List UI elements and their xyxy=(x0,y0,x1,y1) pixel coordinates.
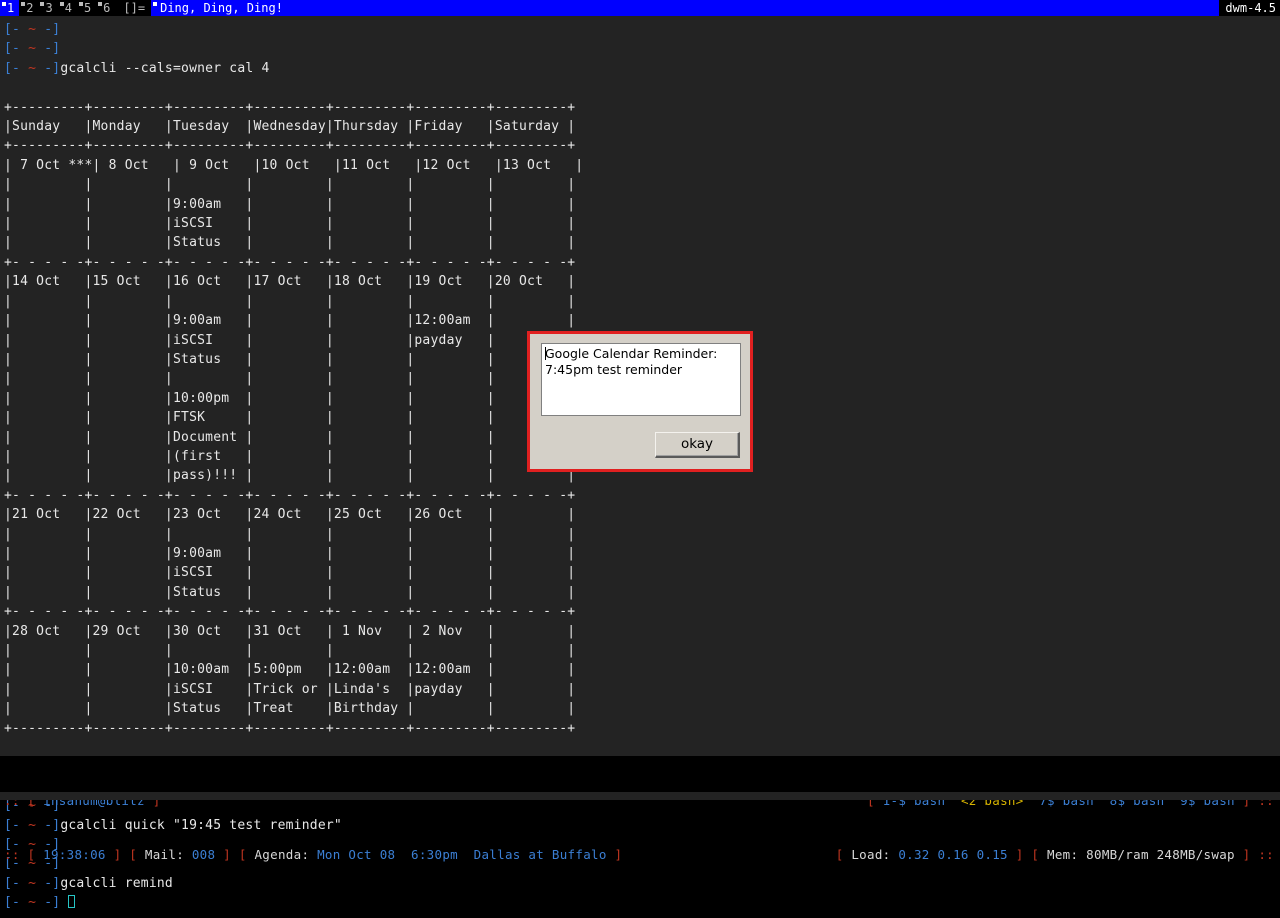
agenda-event: Dallas at Buffalo xyxy=(474,847,607,862)
cal-week-row: | | | | | | | | xyxy=(4,292,1280,311)
cal-week-row: |14 Oct |15 Oct |16 Oct |17 Oct |18 Oct … xyxy=(4,272,1280,291)
command-text-1: gcalcli --cals=owner cal 4 xyxy=(60,61,269,76)
tag-4[interactable]: 4 xyxy=(58,0,77,16)
tag-label: 1 xyxy=(7,1,14,15)
tag-3[interactable]: 3 xyxy=(38,0,57,16)
tag-6[interactable]: 6 xyxy=(96,0,115,16)
cal-week-row: | | |iSCSI | | | | | xyxy=(4,563,1280,582)
cal-border-bottom: +---------+---------+---------+---------… xyxy=(4,719,1280,738)
dwm-version-status: dwm-4.5 xyxy=(1219,0,1280,16)
tag-occupied-square-icon xyxy=(21,2,25,6)
cal-week-row: | | |Status |Treat |Birthday | | | xyxy=(4,699,1280,718)
tag-2[interactable]: 2 xyxy=(19,0,38,16)
status-row-2-right: [ Load: 0.32 0.16 0.15 ] [ Mem: 80MB/ram… xyxy=(836,846,1274,864)
cal-week-row: | | | | | | | | xyxy=(4,175,1280,194)
agenda-date: Mon Oct 08 xyxy=(317,847,395,862)
tag-label: 2 xyxy=(26,1,33,15)
command-text-3: gcalcli remind xyxy=(60,876,173,891)
cal-week-row: | | | | | | | | xyxy=(4,641,1280,660)
cal-border-top: +---------+---------+---------+---------… xyxy=(4,98,1280,117)
window-float-square-icon xyxy=(153,2,157,6)
tag-5[interactable]: 5 xyxy=(77,0,96,16)
terminal-cursor xyxy=(68,895,75,908)
mail-label: Mail: xyxy=(145,847,184,862)
cal-week-row: |21 Oct |22 Oct |23 Oct |24 Oct |25 Oct … xyxy=(4,505,1280,524)
reminder-line-1: Google Calendar Reminder: xyxy=(545,346,717,361)
cal-week-row: | | |9:00am | | | | | xyxy=(4,195,1280,214)
mem-label: Mem: xyxy=(1047,847,1078,862)
tag-1[interactable]: 1 xyxy=(0,0,19,16)
agenda-label: Agenda: xyxy=(254,847,309,862)
window-title: Ding, Ding, Ding! xyxy=(151,0,1219,16)
mem-values: 80MB/ram 248MB/swap xyxy=(1086,847,1235,862)
cal-week-row: | | | | | | | | xyxy=(4,525,1280,544)
tag-occupied-square-icon xyxy=(79,2,83,6)
cal-week-row: |28 Oct |29 Oct |30 Oct |31 Oct | 1 Nov … xyxy=(4,622,1280,641)
cal-border-dashed: +- - - - -+- - - - -+- - - - -+- - - - -… xyxy=(4,602,1280,621)
cal-border-header: +---------+---------+---------+---------… xyxy=(4,136,1280,155)
layout-symbol[interactable]: []= xyxy=(115,0,151,16)
status-row-2: :: [ 19:38:06 ] [ Mail: 008 ] [ Agenda: … xyxy=(0,846,1280,864)
terminal-active-prompt: [- ~ -] xyxy=(4,893,1280,912)
terminal-line-prompt: [- ~ -] xyxy=(4,20,1280,39)
tag-occupied-square-icon xyxy=(98,2,102,6)
bottom-status-bar: :: [ insanum@blitz ] [ 1-$ bash <2 bash>… xyxy=(0,756,1280,792)
cal-border-dashed: +- - - - -+- - - - -+- - - - -+- - - - -… xyxy=(4,486,1280,505)
cal-border-dashed: +- - - - -+- - - - -+- - - - -+- - - - -… xyxy=(4,253,1280,272)
cal-week-row: | | |10:00am |5:00pm |12:00am |12:00am |… xyxy=(4,660,1280,679)
mail-count: 008 xyxy=(192,847,215,862)
tag-label: 4 xyxy=(65,1,72,15)
load-values: 0.32 0.16 0.15 xyxy=(898,847,1008,862)
tag-occupied-square-icon xyxy=(60,2,64,6)
tag-label: 6 xyxy=(103,1,110,15)
command-text-2: gcalcli quick "19:45 test reminder" xyxy=(60,818,342,833)
terminal-command-line-3: [- ~ -]gcalcli remind xyxy=(4,874,1280,893)
cal-week-row: | | |9:00am | | | | | xyxy=(4,544,1280,563)
cal-week-row: | | |Status | | | | | xyxy=(4,233,1280,252)
tag-label: 5 xyxy=(84,1,91,15)
tag-occupied-square-icon xyxy=(40,2,44,6)
google-calendar-reminder-dialog[interactable]: Google Calendar Reminder: 7:45pm test re… xyxy=(527,331,753,472)
okay-button[interactable]: okay xyxy=(655,432,740,458)
cal-week-row: | | |iSCSI |Trick or |Linda's |payday | … xyxy=(4,680,1280,699)
cal-header-row: |Sunday |Monday |Tuesday |Wednesday|Thur… xyxy=(4,117,1280,136)
terminal-command-line-2: [- ~ -]gcalcli quick "19:45 test reminde… xyxy=(4,816,1280,835)
cal-week-row: | | |9:00am | | |12:00am | | xyxy=(4,311,1280,330)
reminder-message-textarea[interactable]: Google Calendar Reminder: 7:45pm test re… xyxy=(541,343,741,416)
status-row-2-left: :: [ 19:38:06 ] [ Mail: 008 ] [ Agenda: … xyxy=(4,846,622,864)
reminder-line-2: 7:45pm test reminder xyxy=(545,362,682,377)
terminal-command-line-1: [- ~ -]gcalcli --cals=owner cal 4 xyxy=(4,59,1280,78)
window-title-text: Ding, Ding, Ding! xyxy=(160,1,283,15)
load-label: Load: xyxy=(851,847,890,862)
cal-week-row: | 7 Oct ***| 8 Oct | 9 Oct |10 Oct |11 O… xyxy=(4,156,1280,175)
agenda-time: 6:30pm xyxy=(411,847,458,862)
tag-label: 3 xyxy=(45,1,52,15)
tag-occupied-square-icon xyxy=(2,2,6,6)
clock: 19:38:06 xyxy=(43,847,106,862)
terminal-line-prompt: [- ~ -] xyxy=(4,39,1280,58)
dwm-top-bar: 1 2 3 4 5 6 []= Ding, Ding, Ding! dwm-4.… xyxy=(0,0,1280,16)
cal-week-row: | | |iSCSI | | | | | xyxy=(4,214,1280,233)
bottom-filler xyxy=(0,792,1280,800)
cal-week-row: | | |Status | | | | | xyxy=(4,583,1280,602)
